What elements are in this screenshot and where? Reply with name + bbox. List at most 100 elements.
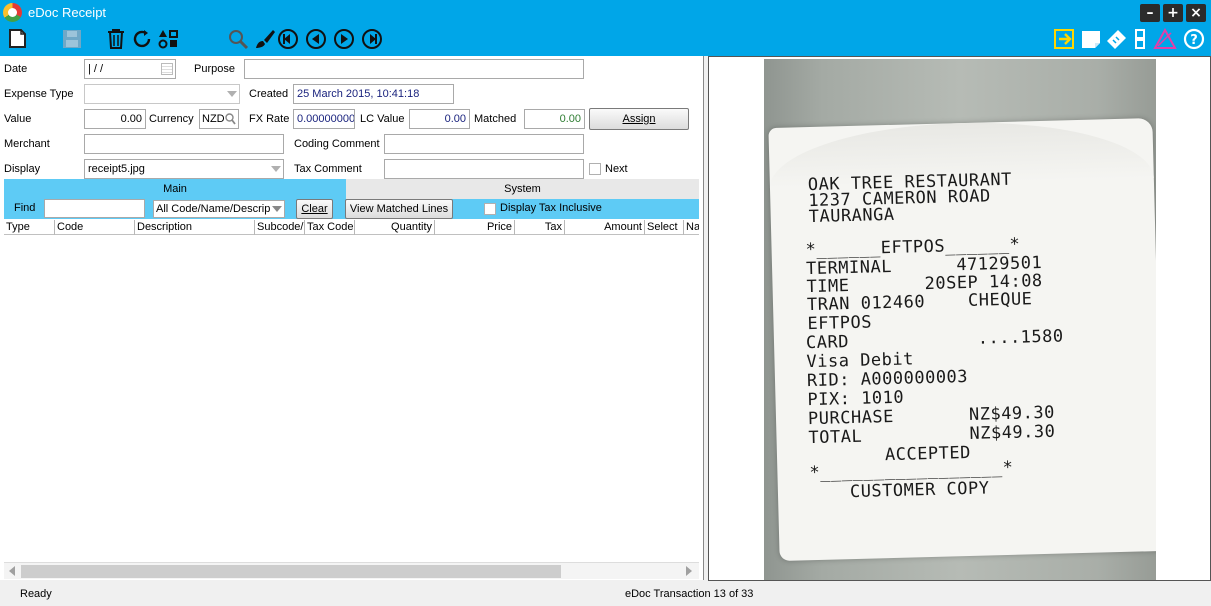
chevron-down-icon <box>272 206 282 212</box>
window-title: eDoc Receipt <box>28 5 107 20</box>
status-text: Ready <box>20 588 52 600</box>
currency-field[interactable]: NZD <box>199 109 239 129</box>
tab-main[interactable]: Main <box>4 179 346 199</box>
merchant-label: Merchant <box>4 138 50 150</box>
chevron-down-icon <box>227 91 237 97</box>
matched-field: 0.00 <box>524 109 585 129</box>
column-header-tax[interactable]: Tax <box>515 220 565 235</box>
status-bar: Ready eDoc Transaction 13 of 33 <box>0 583 1211 606</box>
warning-icon[interactable] <box>1153 27 1177 50</box>
horizontal-scrollbar[interactable] <box>4 562 699 579</box>
currency-label: Currency <box>149 113 194 125</box>
receipt-paper: OAK TREE RESTAURANT 1237 CAMERON ROAD TA… <box>768 118 1156 561</box>
app-logo-icon <box>3 3 22 22</box>
column-header-price[interactable]: Price <box>435 220 515 235</box>
minimize-button[interactable]: – <box>1140 4 1160 22</box>
transaction-form-pane: Date | / / Purpose Expense Type Created … <box>0 56 704 580</box>
previous-icon[interactable] <box>304 28 328 50</box>
find-label: Find <box>14 202 36 214</box>
close-button[interactable]: × <box>1186 4 1206 22</box>
column-header-name[interactable]: Na <box>684 220 699 235</box>
scrollbar-thumb[interactable] <box>21 565 561 578</box>
column-header-type[interactable]: Type <box>4 220 55 235</box>
value-label: Value <box>4 113 32 125</box>
value-field[interactable]: 0.00 <box>84 109 146 129</box>
column-header-code[interactable]: Code <box>55 220 135 235</box>
date-value: | / / <box>88 63 104 75</box>
receipt-line: TAURANGA <box>808 204 895 228</box>
tag-icon[interactable] <box>1104 28 1128 50</box>
grid-header: Type Code Description Subcode/ Tax Code … <box>4 220 699 235</box>
created-field: 25 March 2015, 10:41:18 <box>293 84 454 104</box>
next-checkbox[interactable] <box>589 163 601 175</box>
tab-system[interactable]: System <box>346 179 699 199</box>
display-select[interactable]: receipt5.jpg <box>84 159 284 179</box>
new-document-icon[interactable] <box>6 28 30 50</box>
title-bar: eDoc Receipt – + × ? <box>0 0 1211 56</box>
help-icon[interactable]: ? <box>1182 28 1206 50</box>
column-header-select[interactable]: Select <box>645 220 684 235</box>
expense-type-select[interactable] <box>84 84 240 104</box>
column-header-description[interactable]: Description <box>135 220 255 235</box>
purpose-label: Purpose <box>194 63 235 75</box>
calendar-icon[interactable] <box>161 63 173 75</box>
fx-rate-label: FX Rate <box>249 113 290 125</box>
coding-comment-label: Coding Comment <box>294 138 380 150</box>
view-matched-lines-button[interactable]: View Matched Lines <box>345 199 453 219</box>
currency-value: NZD <box>202 113 225 125</box>
search-scope-select[interactable]: All Code/Name/Descrip <box>153 200 285 218</box>
assign-label: Assign <box>622 113 656 125</box>
purpose-field[interactable] <box>244 59 584 79</box>
scroll-left-icon[interactable] <box>9 566 15 576</box>
refresh-icon[interactable] <box>130 28 154 50</box>
currency-search-icon[interactable] <box>225 113 236 128</box>
receipt-photo: OAK TREE RESTAURANT 1237 CAMERON ROAD TA… <box>764 59 1156 580</box>
lines-grid[interactable] <box>4 236 699 562</box>
save-icon[interactable] <box>60 28 84 50</box>
find-input[interactable] <box>44 199 145 218</box>
display-tax-inclusive-checkbox[interactable] <box>484 203 496 215</box>
transaction-position: eDoc Transaction 13 of 33 <box>625 588 754 600</box>
clear-button[interactable]: Clear <box>296 199 333 219</box>
column-header-quantity[interactable]: Quantity <box>355 220 435 235</box>
tax-comment-field[interactable] <box>384 159 584 179</box>
maximize-button[interactable]: + <box>1163 4 1183 22</box>
column-header-subcode[interactable]: Subcode/ <box>255 220 305 235</box>
filter-bar: Find All Code/Name/Descrip Clear View Ma… <box>4 199 699 219</box>
date-label: Date <box>4 63 28 75</box>
brush-icon[interactable] <box>253 28 277 50</box>
display-value: receipt5.jpg <box>88 163 145 175</box>
delete-icon[interactable] <box>104 28 128 50</box>
fx-rate-field[interactable]: 0.00000000 <box>293 109 355 129</box>
receipt-line: CUSTOMER COPY <box>849 478 990 503</box>
search-scope-value: All Code/Name/Descrip <box>156 203 271 215</box>
column-header-amount[interactable]: Amount <box>565 220 645 235</box>
split-icon[interactable] <box>1129 28 1153 50</box>
export-icon[interactable] <box>1053 28 1077 50</box>
coding-comment-field[interactable] <box>384 134 584 154</box>
scroll-right-icon[interactable] <box>686 566 692 576</box>
chevron-down-icon <box>271 166 281 172</box>
date-field[interactable]: | / / <box>84 59 176 79</box>
attach-icon[interactable] <box>1079 28 1103 50</box>
first-icon[interactable] <box>276 28 300 50</box>
display-label: Display <box>4 163 41 175</box>
next-icon[interactable] <box>332 28 356 50</box>
matched-label: Matched <box>474 113 517 125</box>
last-icon[interactable] <box>360 28 384 50</box>
lc-value-field[interactable]: 0.00 <box>409 109 470 129</box>
lc-value-label: LC Value <box>360 113 405 125</box>
shapes-icon[interactable] <box>157 28 181 50</box>
display-tax-inclusive-label: Display Tax Inclusive <box>500 202 602 214</box>
receipt-image-viewer[interactable]: OAK TREE RESTAURANT 1237 CAMERON ROAD TA… <box>708 56 1211 581</box>
assign-button[interactable]: Assign <box>589 108 689 130</box>
line-tabs: Main System <box>4 179 699 199</box>
merchant-field[interactable] <box>84 134 284 154</box>
column-header-tax-code[interactable]: Tax Code <box>305 220 355 235</box>
next-label: Next <box>605 163 628 175</box>
created-label: Created <box>249 88 289 100</box>
expense-type-label: Expense Type <box>4 88 74 100</box>
search-icon[interactable] <box>226 28 250 50</box>
tax-comment-label: Tax Comment <box>294 163 362 175</box>
clear-label: Clear <box>301 203 328 215</box>
